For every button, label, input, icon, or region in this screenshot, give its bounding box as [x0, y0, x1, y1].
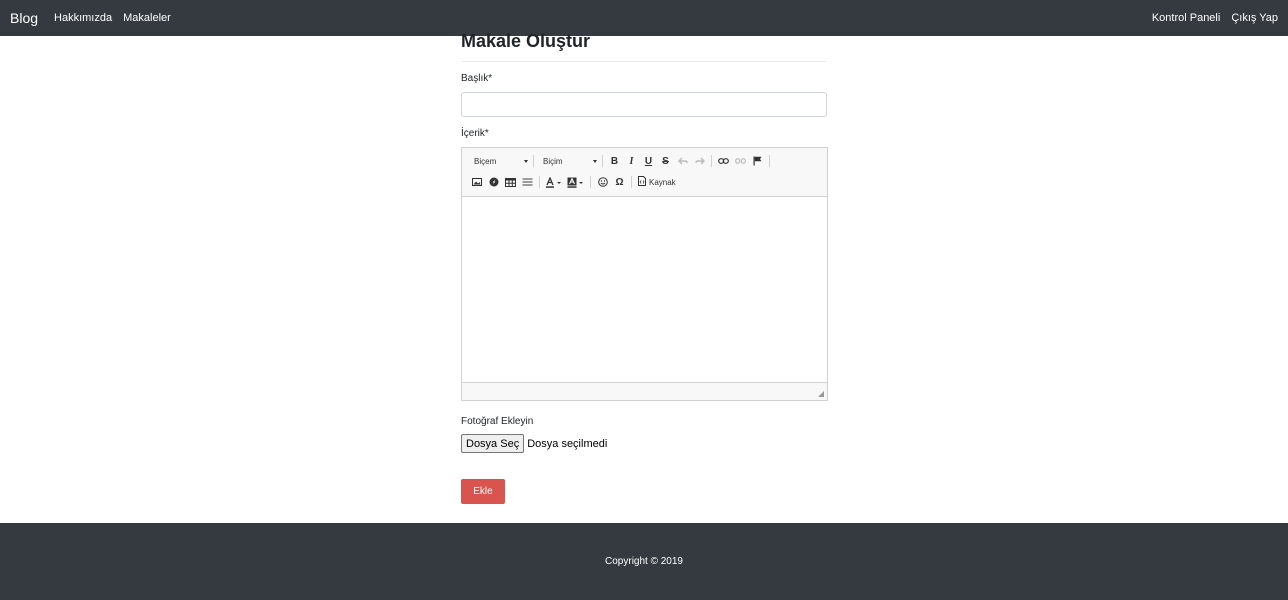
brand-link[interactable]: Blog	[10, 10, 38, 26]
footer: Copyright © 2019	[0, 523, 1288, 600]
toolbar-row-1: Biçem Biçim B I U S	[468, 152, 773, 170]
nav-link-logout[interactable]: Çıkış Yap	[1231, 12, 1278, 24]
smiley-icon[interactable]	[594, 174, 611, 190]
link-icon[interactable]	[715, 153, 732, 169]
table-icon[interactable]	[502, 174, 519, 190]
horizontal-rule-icon[interactable]	[519, 174, 536, 190]
undo-icon[interactable]	[674, 153, 691, 169]
styles-combo-label: Biçem	[474, 156, 497, 166]
redo-icon[interactable]	[691, 153, 708, 169]
underline-icon[interactable]: U	[640, 153, 657, 169]
text-color-icon[interactable]	[543, 174, 565, 190]
nav-link-articles[interactable]: Makaleler	[123, 12, 171, 24]
nav-link-about[interactable]: Hakkımızda	[54, 12, 112, 24]
editor-content-area[interactable]	[462, 197, 827, 383]
strikethrough-icon[interactable]: S	[657, 153, 674, 169]
source-button-label: Kaynak	[649, 177, 676, 187]
nav-right: Kontrol Paneli Çıkış Yap	[1141, 12, 1278, 24]
editor-toolbar: Biçem Biçim B I U S Ω Kaynak	[462, 148, 827, 197]
editor-statusbar	[462, 382, 827, 400]
photo-label: Fotoğraf Ekleyin	[461, 416, 534, 427]
unlink-icon[interactable]	[732, 153, 749, 169]
title-divider	[461, 61, 827, 62]
chevron-down-icon	[524, 159, 528, 163]
format-combo[interactable]: Biçim	[537, 153, 599, 169]
title-label: Başlık*	[461, 73, 493, 84]
choose-file-button[interactable]: Dosya Seç	[461, 434, 525, 453]
toolbar-separator	[769, 155, 770, 167]
background-color-icon[interactable]	[565, 174, 587, 190]
toolbar-separator	[533, 155, 534, 167]
title-input[interactable]	[461, 92, 827, 117]
anchor-flag-icon[interactable]	[749, 153, 766, 169]
toolbar-separator	[602, 155, 603, 167]
toolbar-row-2: Ω Kaynak	[468, 173, 679, 191]
copyright-text: Copyright © 2019	[605, 556, 683, 567]
toolbar-separator	[539, 176, 540, 188]
navbar: Blog Hakkımızda Makaleler Kontrol Paneli…	[0, 0, 1288, 36]
rich-text-editor: Biçem Biçim B I U S Ω Kaynak	[461, 147, 828, 401]
content-label: İçerik*	[461, 128, 489, 139]
chevron-down-icon	[593, 159, 597, 163]
toolbar-separator	[631, 176, 632, 188]
bold-icon[interactable]: B	[606, 153, 623, 169]
file-input: Dosya Seç Dosya seçilmedi	[461, 434, 607, 453]
resize-handle-icon[interactable]	[818, 391, 824, 397]
format-combo-label: Biçim	[543, 156, 563, 166]
italic-icon[interactable]: I	[623, 153, 640, 169]
special-char-icon[interactable]: Ω	[611, 174, 628, 190]
source-icon	[638, 176, 646, 188]
submit-button[interactable]: Ekle	[461, 479, 505, 504]
nav-link-dashboard[interactable]: Kontrol Paneli	[1152, 12, 1221, 24]
flash-icon[interactable]	[485, 174, 502, 190]
file-status: Dosya seçilmedi	[527, 437, 608, 450]
toolbar-separator	[590, 176, 591, 188]
image-icon[interactable]	[468, 174, 485, 190]
toolbar-separator	[711, 155, 712, 167]
source-button[interactable]: Kaynak	[635, 174, 679, 190]
styles-combo[interactable]: Biçem	[468, 153, 530, 169]
page-title: Makale Oluştur	[461, 31, 591, 51]
